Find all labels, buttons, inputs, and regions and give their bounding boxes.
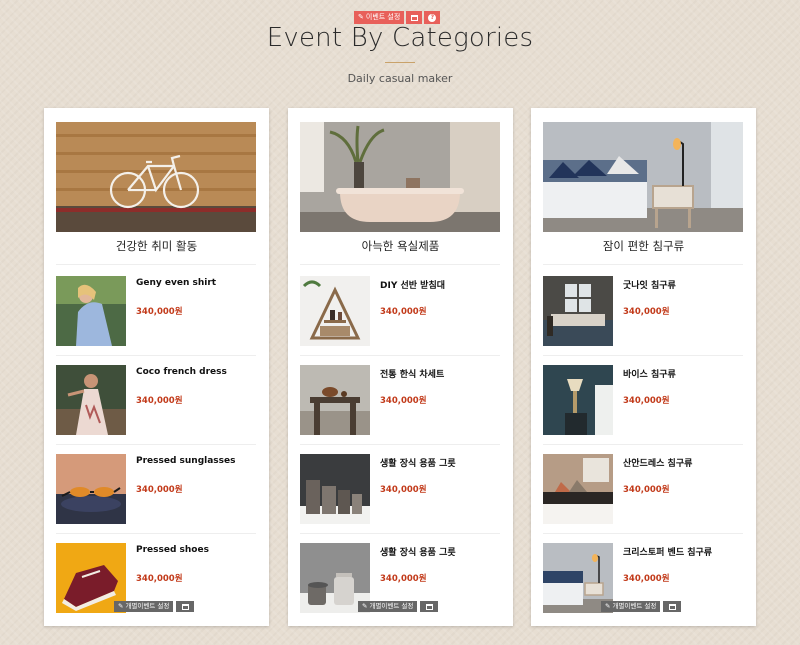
product-name[interactable]: 생활 장식 용품 그릇 xyxy=(380,545,456,558)
window-button[interactable] xyxy=(176,601,195,612)
product-name[interactable]: 전통 한식 차세트 xyxy=(380,367,444,380)
product-item[interactable]: DIY 선반 받침대 340,000원 xyxy=(300,266,500,356)
title-divider xyxy=(385,62,415,63)
product-item[interactable]: 생활 장식 용품 그릇 340,000원 xyxy=(300,444,500,534)
product-thumbnail[interactable] xyxy=(300,276,370,346)
product-item[interactable]: 산안드레스 침구류 340,000원 xyxy=(543,444,743,534)
divider xyxy=(56,264,256,265)
category-title[interactable]: 아늑한 욕실제품 xyxy=(288,238,513,254)
category-column-1: 건강한 취미 활동 Geny even shirt 340,000원 Coco … xyxy=(44,108,269,626)
individual-event-settings-label: 개별이벤트 설정 xyxy=(369,602,414,610)
product-thumbnail[interactable] xyxy=(300,365,370,435)
product-name[interactable]: Coco french dress xyxy=(136,367,227,377)
product-price: 340,000원 xyxy=(380,485,427,495)
product-thumbnail[interactable] xyxy=(543,365,613,435)
product-thumbnail[interactable] xyxy=(300,454,370,524)
individual-event-settings-label: 개별이벤트 설정 xyxy=(125,602,170,610)
divider xyxy=(543,264,743,265)
product-price: 340,000원 xyxy=(136,396,183,406)
window-button[interactable] xyxy=(663,601,682,612)
window-button[interactable] xyxy=(420,601,439,612)
product-price: 340,000원 xyxy=(380,574,427,584)
category-column-3: 잠이 편한 침구류 굿나잇 침구류 340,000원 바이스 침구류 340,0… xyxy=(531,108,756,626)
edit-icon: ✎ xyxy=(118,602,124,610)
help-icon: ? xyxy=(428,13,437,22)
window-icon xyxy=(425,603,433,610)
category-hero-image-bicycle[interactable] xyxy=(56,122,256,232)
product-price: 340,000원 xyxy=(623,574,670,584)
individual-event-settings-button[interactable]: ✎ 개별이벤트 설정 xyxy=(601,601,661,612)
product-name[interactable]: 굿나잇 침구류 xyxy=(623,278,676,291)
window-icon xyxy=(181,603,189,610)
product-name[interactable]: Pressed sunglasses xyxy=(136,456,235,466)
product-thumbnail[interactable] xyxy=(56,276,126,346)
product-price: 340,000원 xyxy=(623,307,670,317)
product-item[interactable]: 바이스 침구류 340,000원 xyxy=(543,355,743,445)
product-thumbnail[interactable] xyxy=(56,365,126,435)
category-title[interactable]: 잠이 편한 침구류 xyxy=(531,238,756,254)
product-price: 340,000원 xyxy=(136,574,183,584)
product-price: 340,000원 xyxy=(136,307,183,317)
product-name[interactable]: 생활 장식 용품 그릇 xyxy=(380,456,456,469)
column-tools: ✎ 개별이벤트 설정 xyxy=(358,601,439,612)
individual-event-settings-button[interactable]: ✎ 개별이벤트 설정 xyxy=(358,601,418,612)
product-name[interactable]: DIY 선반 받침대 xyxy=(380,278,445,291)
product-item[interactable]: Geny even shirt 340,000원 xyxy=(56,266,256,356)
product-item[interactable]: 전통 한식 차세트 340,000원 xyxy=(300,355,500,445)
category-column-2: 아늑한 욕실제품 DIY 선반 받침대 340,000원 전통 한식 차세트 3… xyxy=(288,108,513,626)
edit-icon: ✎ xyxy=(362,602,368,610)
product-price: 340,000원 xyxy=(380,307,427,317)
product-thumbnail[interactable] xyxy=(56,454,126,524)
individual-event-settings-button[interactable]: ✎ 개별이벤트 설정 xyxy=(114,601,174,612)
product-price: 340,000원 xyxy=(623,396,670,406)
category-title[interactable]: 건강한 취미 활동 xyxy=(44,238,269,254)
product-item[interactable]: 굿나잇 침구류 340,000원 xyxy=(543,266,743,356)
product-name[interactable]: 크리스토퍼 벤드 침구류 xyxy=(623,545,712,558)
category-hero-image-bathtub[interactable] xyxy=(300,122,500,232)
product-price: 340,000원 xyxy=(623,485,670,495)
page-title: Event By Categories xyxy=(266,23,534,53)
divider xyxy=(300,264,500,265)
product-name[interactable]: 산안드레스 침구류 xyxy=(623,456,692,469)
edit-icon: ✎ xyxy=(605,602,611,610)
product-item[interactable]: Pressed sunglasses 340,000원 xyxy=(56,444,256,534)
window-icon xyxy=(668,603,676,610)
product-name[interactable]: Pressed shoes xyxy=(136,545,209,555)
column-tools: ✎ 개별이벤트 설정 xyxy=(114,601,195,612)
product-name[interactable]: Geny even shirt xyxy=(136,278,216,288)
individual-event-settings-label: 개별이벤트 설정 xyxy=(612,602,657,610)
product-price: 340,000원 xyxy=(136,485,183,495)
product-price: 340,000원 xyxy=(380,396,427,406)
product-thumbnail[interactable] xyxy=(543,454,613,524)
page-subtitle: Daily casual maker xyxy=(347,72,453,85)
product-thumbnail[interactable] xyxy=(543,276,613,346)
category-hero-image-bedroom[interactable] xyxy=(543,122,743,232)
product-name[interactable]: 바이스 침구류 xyxy=(623,367,676,380)
product-item[interactable]: Coco french dress 340,000원 xyxy=(56,355,256,445)
window-icon xyxy=(410,14,418,21)
column-tools: ✎ 개별이벤트 설정 xyxy=(601,601,682,612)
